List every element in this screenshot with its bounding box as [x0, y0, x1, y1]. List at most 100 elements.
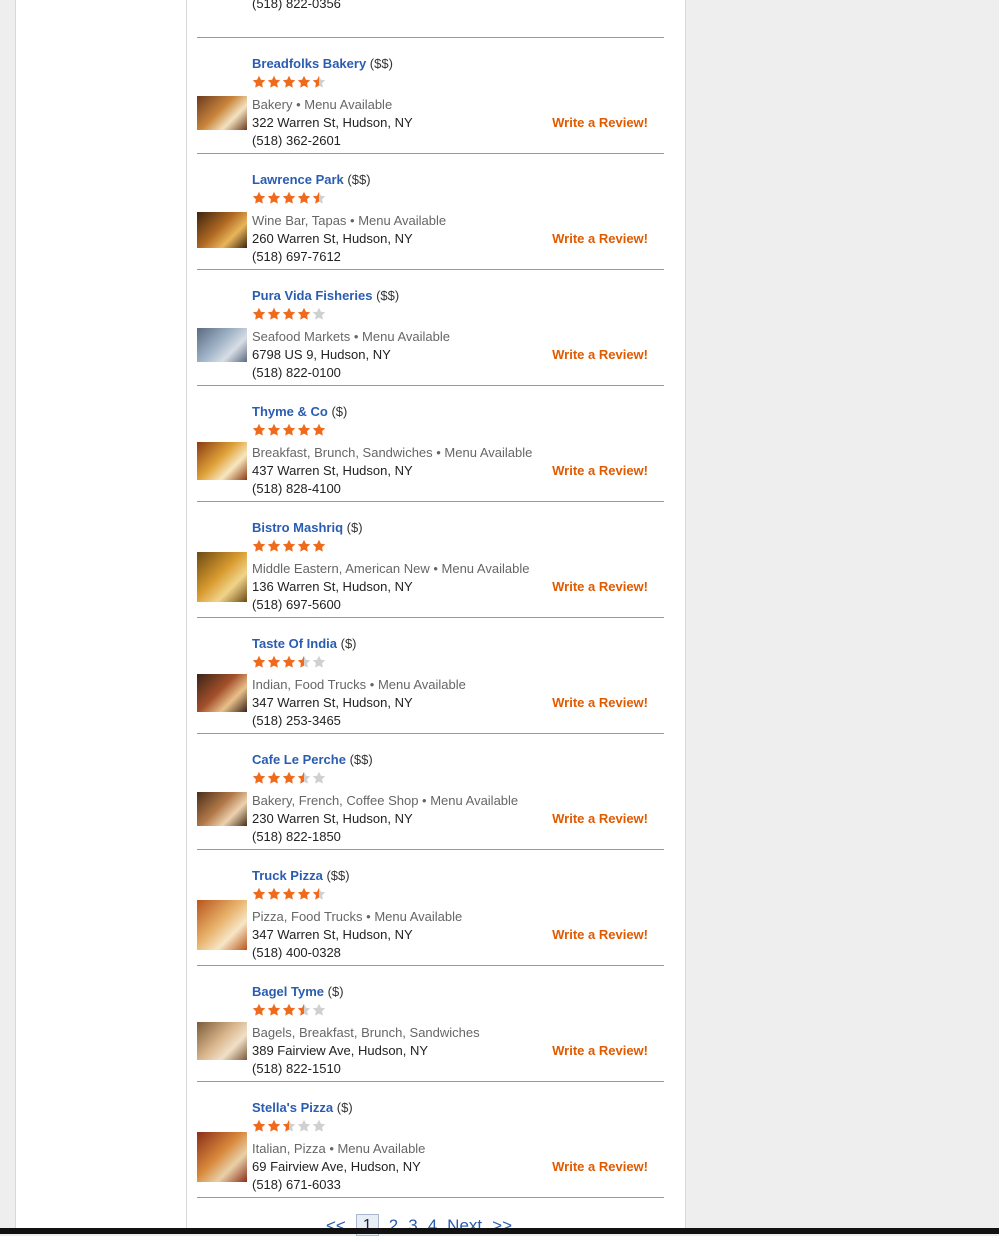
star-icon — [252, 1119, 266, 1136]
star-icon — [282, 75, 296, 92]
star-icon — [312, 655, 326, 672]
restaurant-thumbnail[interactable] — [197, 96, 247, 130]
price-range: ($$) — [349, 752, 373, 767]
restaurant-phone: (518) 822-1510 — [252, 1061, 341, 1076]
star-icon — [312, 771, 326, 788]
listing-item: 300 Fairview Ave, Hudson, NY(518) 822-03… — [197, 0, 664, 38]
star-icon — [267, 655, 281, 672]
restaurant-thumbnail[interactable] — [197, 328, 247, 362]
star-icon — [312, 1119, 326, 1136]
write-review-link[interactable]: Write a Review! — [552, 1159, 648, 1174]
restaurant-categories: Bagels, Breakfast, Brunch, Sandwiches — [252, 1025, 480, 1040]
rating-stars — [252, 539, 326, 556]
restaurant-phone: (518) 822-1850 — [252, 829, 341, 844]
restaurant-name-link[interactable]: Bistro Mashriq — [252, 520, 343, 535]
price-range: ($) — [346, 520, 363, 535]
price-range: ($$) — [347, 172, 371, 187]
star-icon — [297, 771, 311, 788]
star-icon — [282, 539, 296, 556]
star-icon — [282, 771, 296, 788]
price-range: ($$) — [369, 56, 393, 71]
star-icon — [297, 423, 311, 440]
write-review-link[interactable]: Write a Review! — [552, 927, 648, 942]
restaurant-name-link[interactable]: Taste Of India — [252, 636, 337, 651]
write-review-link[interactable]: Write a Review! — [552, 579, 648, 594]
write-review-link[interactable]: Write a Review! — [552, 347, 648, 362]
restaurant-thumbnail[interactable] — [197, 1132, 247, 1182]
star-icon — [252, 191, 266, 208]
write-review-link[interactable]: Write a Review! — [552, 811, 648, 826]
listing-item: Taste Of India ($) Indian, Food Trucks •… — [197, 618, 664, 734]
restaurant-categories: Bakery, French, Coffee Shop • Menu Avail… — [252, 793, 519, 808]
star-icon — [252, 771, 266, 788]
restaurant-thumbnail[interactable] — [197, 442, 247, 480]
listing-item: Stella's Pizza ($) Italian, Pizza • Menu… — [197, 1082, 664, 1198]
star-icon — [312, 307, 326, 324]
listing-item: Pura Vida Fisheries ($$) Seafood Markets… — [197, 270, 664, 386]
restaurant-address: 260 Warren St, Hudson, NY — [252, 231, 413, 246]
price-range: ($) — [327, 984, 344, 999]
star-icon — [267, 771, 281, 788]
restaurant-phone: (518) 828-4100 — [252, 481, 341, 496]
restaurant-address: 69 Fairview Ave, Hudson, NY — [252, 1159, 421, 1174]
restaurant-thumbnail[interactable] — [197, 792, 247, 826]
restaurant-categories: Pizza, Food Trucks • Menu Available — [252, 909, 463, 924]
write-review-link[interactable]: Write a Review! — [552, 463, 648, 478]
restaurant-categories: Middle Eastern, American New • Menu Avai… — [252, 561, 530, 576]
write-review-link[interactable]: Write a Review! — [552, 115, 648, 130]
star-icon — [282, 307, 296, 324]
rating-stars — [252, 1119, 326, 1136]
restaurant-thumbnail[interactable] — [197, 212, 247, 248]
restaurant-name-link[interactable]: Stella's Pizza — [252, 1100, 333, 1115]
star-icon — [282, 655, 296, 672]
restaurant-categories: Italian, Pizza • Menu Available — [252, 1141, 426, 1156]
restaurant-address: 437 Warren St, Hudson, NY — [252, 463, 413, 478]
restaurant-thumbnail[interactable] — [197, 552, 247, 602]
star-icon — [252, 307, 266, 324]
star-icon — [312, 191, 326, 208]
restaurant-name-link[interactable]: Bagel Tyme — [252, 984, 324, 999]
restaurant-name-link[interactable]: Breadfolks Bakery — [252, 56, 366, 71]
star-icon — [267, 75, 281, 92]
star-icon — [267, 1119, 281, 1136]
restaurant-phone: (518) 400-0328 — [252, 945, 341, 960]
restaurant-phone: (518) 697-7612 — [252, 249, 341, 264]
rating-stars — [252, 1003, 326, 1020]
star-icon — [297, 539, 311, 556]
restaurant-thumbnail[interactable] — [197, 900, 247, 950]
write-review-link[interactable]: Write a Review! — [552, 1043, 648, 1058]
restaurant-categories: Indian, Food Trucks • Menu Available — [252, 677, 466, 692]
restaurant-name-link[interactable]: Lawrence Park — [252, 172, 344, 187]
restaurant-thumbnail[interactable] — [197, 1022, 247, 1060]
star-icon — [282, 1003, 296, 1020]
star-icon — [282, 887, 296, 904]
restaurant-name-link[interactable]: Truck Pizza — [252, 868, 323, 883]
restaurant-categories: Seafood Markets • Menu Available — [252, 329, 450, 344]
price-range: ($) — [331, 404, 348, 419]
star-icon — [252, 887, 266, 904]
price-range: ($) — [336, 1100, 353, 1115]
star-icon — [252, 75, 266, 92]
restaurant-name-link[interactable]: Pura Vida Fisheries — [252, 288, 372, 303]
rating-stars — [252, 887, 326, 904]
restaurant-address: 136 Warren St, Hudson, NY — [252, 579, 413, 594]
write-review-link[interactable]: Write a Review! — [552, 695, 648, 710]
star-icon — [252, 539, 266, 556]
star-icon — [267, 887, 281, 904]
star-icon — [312, 75, 326, 92]
restaurant-thumbnail[interactable] — [197, 674, 247, 712]
restaurant-name-link[interactable]: Thyme & Co — [252, 404, 328, 419]
restaurant-categories: Breakfast, Brunch, Sandwiches • Menu Ava… — [252, 445, 533, 460]
star-icon — [312, 423, 326, 440]
restaurant-address: 347 Warren St, Hudson, NY — [252, 927, 413, 942]
star-icon — [252, 423, 266, 440]
restaurant-name-link[interactable]: Cafe Le Perche — [252, 752, 346, 767]
rating-stars — [252, 423, 326, 440]
listing-item: Breadfolks Bakery ($$) Bakery • Menu Ava… — [197, 38, 664, 154]
restaurant-phone: (518) 362-2601 — [252, 133, 341, 148]
star-icon — [297, 1003, 311, 1020]
write-review-link[interactable]: Write a Review! — [552, 231, 648, 246]
star-icon — [297, 655, 311, 672]
star-icon — [252, 1003, 266, 1020]
star-icon — [267, 539, 281, 556]
